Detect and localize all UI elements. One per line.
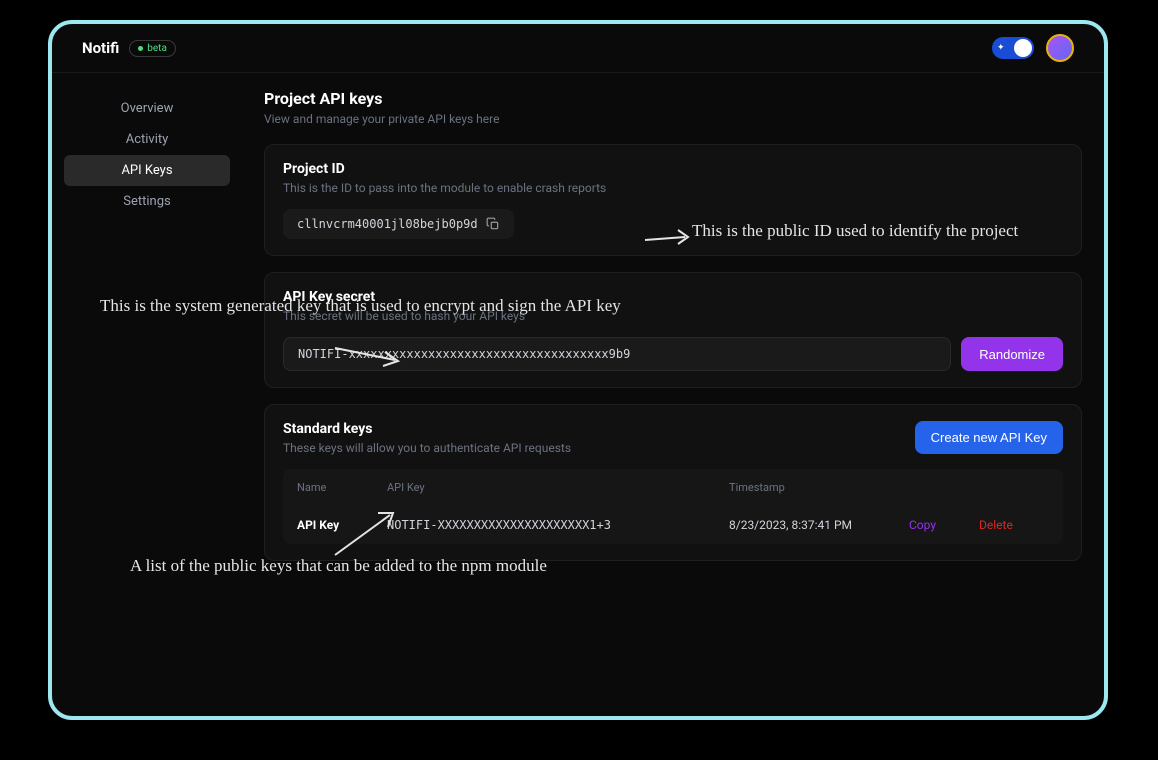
- header-left: Notifi beta: [82, 39, 176, 57]
- sidebar-item-label: Activity: [126, 132, 169, 147]
- sidebar-item-label: Overview: [121, 101, 174, 116]
- row-key-value: NOTIFI-XXXXXXXXXXXXXXXXXXXXX1+3: [387, 518, 729, 532]
- sidebar-item-settings[interactable]: Settings: [64, 186, 230, 217]
- table-row: API Key NOTIFI-XXXXXXXXXXXXXXXXXXXXX1+3 …: [283, 506, 1063, 544]
- project-id-value-pill: cllnvcrm40001jl08bejb0p9d: [283, 209, 514, 239]
- project-id-value: cllnvcrm40001jl08bejb0p9d: [297, 217, 478, 231]
- sidebar: Overview Activity API Keys Settings: [52, 73, 242, 715]
- table-header: Name API Key Timestamp: [283, 469, 1063, 506]
- api-secret-card: API Key secret This secret will be used …: [264, 272, 1082, 388]
- copy-icon[interactable]: [486, 217, 500, 231]
- col-name: Name: [297, 481, 387, 494]
- copy-key-action[interactable]: Copy: [909, 518, 979, 532]
- brand-name: Notifi: [82, 39, 119, 57]
- header: Notifi beta ✦: [52, 24, 1104, 73]
- toggle-knob: [1014, 39, 1032, 57]
- star-icon: ✦: [997, 43, 1005, 53]
- api-secret-title: API Key secret: [283, 289, 1063, 305]
- col-timestamp: Timestamp: [729, 481, 909, 494]
- theme-toggle[interactable]: ✦: [992, 37, 1034, 59]
- header-right: ✦: [992, 34, 1074, 62]
- project-id-subtitle: This is the ID to pass into the module t…: [283, 181, 1063, 195]
- main: Project API keys View and manage your pr…: [242, 73, 1104, 715]
- standard-keys-card: Standard keys These keys will allow you …: [264, 404, 1082, 561]
- page-subtitle: View and manage your private API keys he…: [264, 112, 1082, 126]
- randomize-button[interactable]: Randomize: [961, 337, 1063, 371]
- beta-label: beta: [147, 43, 167, 54]
- secret-row: Randomize: [283, 337, 1063, 371]
- project-id-card: Project ID This is the ID to pass into t…: [264, 144, 1082, 256]
- sidebar-item-activity[interactable]: Activity: [64, 124, 230, 155]
- api-secret-subtitle: This secret will be used to hash your AP…: [283, 309, 1063, 323]
- api-secret-input[interactable]: [283, 337, 951, 371]
- standard-keys-header: Standard keys These keys will allow you …: [283, 421, 1063, 455]
- sidebar-item-label: API Keys: [121, 163, 172, 178]
- delete-key-action[interactable]: Delete: [979, 518, 1049, 532]
- avatar[interactable]: [1046, 34, 1074, 62]
- row-timestamp: 8/23/2023, 8:37:41 PM: [729, 518, 909, 532]
- status-dot-icon: [138, 46, 143, 51]
- page-title: Project API keys: [264, 89, 1082, 108]
- standard-keys-subtitle: These keys will allow you to authenticat…: [283, 441, 571, 455]
- project-id-title: Project ID: [283, 161, 1063, 177]
- beta-badge: beta: [129, 40, 176, 57]
- col-apikey: API Key: [387, 481, 729, 494]
- keys-table: Name API Key Timestamp API Key NOTIFI-XX…: [283, 469, 1063, 544]
- row-name: API Key: [297, 518, 387, 532]
- sidebar-item-api-keys[interactable]: API Keys: [64, 155, 230, 186]
- content: Overview Activity API Keys Settings Proj…: [52, 73, 1104, 715]
- sidebar-item-label: Settings: [123, 194, 170, 209]
- standard-keys-title: Standard keys: [283, 421, 571, 437]
- app-frame: Notifi beta ✦ Overview Activity API Ke: [48, 20, 1108, 720]
- create-api-key-button[interactable]: Create new API Key: [915, 421, 1063, 454]
- sidebar-item-overview[interactable]: Overview: [64, 93, 230, 124]
